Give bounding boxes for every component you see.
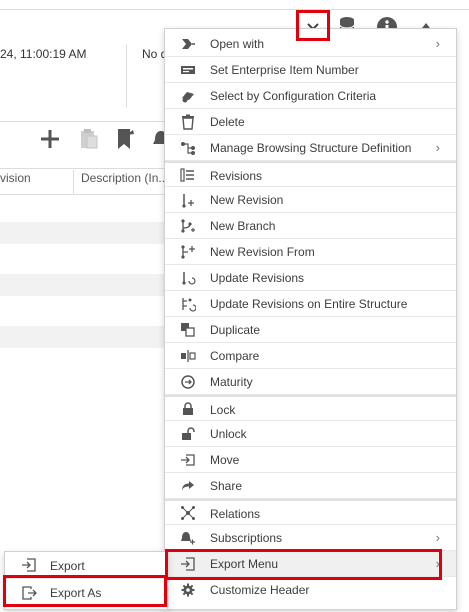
open-with-icon	[180, 36, 196, 52]
unlock-icon	[180, 426, 196, 442]
menu-item-label: Duplicate	[210, 323, 261, 337]
menu-item-label: Move	[210, 453, 240, 467]
menu-item-compare[interactable]: Compare	[165, 343, 456, 369]
menu-item-lock[interactable]: Lock	[165, 395, 456, 421]
move-icon	[180, 452, 196, 468]
column-separator	[73, 170, 74, 194]
menu-item-new-revision[interactable]: New Revision	[165, 187, 456, 213]
card-icon	[180, 62, 196, 78]
menu-item-label: Set Enterprise Item Number	[210, 63, 359, 77]
field-separator	[126, 44, 127, 108]
menu-item-label: Compare	[210, 349, 260, 363]
trash-icon	[180, 114, 196, 130]
menu-item-new-branch[interactable]: New Branch	[165, 213, 456, 239]
maturity-icon	[180, 374, 196, 390]
relations-icon	[180, 505, 196, 521]
menu-item-label: Update Revisions	[210, 271, 305, 285]
menu-item-relations[interactable]: Relations	[165, 499, 456, 525]
export-icon	[21, 557, 37, 573]
menu-item-manage-browsing-structure-definition[interactable]: Manage Browsing Structure Definition ›	[165, 135, 456, 161]
structure-icon	[180, 140, 196, 156]
update-structure-icon	[180, 296, 196, 312]
menu-item-delete[interactable]: Delete	[165, 109, 456, 135]
chevron-right-icon: ›	[435, 140, 440, 155]
column-header-bottom	[0, 194, 165, 195]
update-revisions-icon	[180, 270, 196, 286]
menu-item-new-revision-from[interactable]: New Revision From	[165, 239, 456, 265]
menu-item-duplicate[interactable]: Duplicate	[165, 317, 456, 343]
menu-item-label: New Branch	[210, 219, 276, 233]
duplicate-icon	[180, 322, 196, 338]
toolbar-divider	[0, 121, 165, 122]
bookmark-icon[interactable]	[114, 127, 138, 151]
table-row[interactable]	[0, 274, 165, 296]
menu-item-select-by-configuration-criteria[interactable]: Select by Configuration Criteria	[165, 83, 456, 109]
table-row[interactable]	[0, 222, 165, 244]
menu-item-label: Relations	[210, 507, 261, 521]
column-header-top	[0, 168, 165, 169]
highlight-box-export-menu	[165, 549, 442, 580]
table-row[interactable]	[0, 326, 165, 348]
menu-item-maturity[interactable]: Maturity	[165, 369, 456, 395]
column-header-description[interactable]: Description (In...	[81, 171, 168, 185]
revision-from-icon	[180, 244, 196, 260]
add-icon[interactable]	[38, 127, 62, 151]
menu-item-move[interactable]: Move	[165, 447, 456, 473]
menu-item-label: Unlock	[210, 427, 247, 441]
menu-item-label: Manage Browsing Structure Definition	[210, 141, 412, 155]
revisions-icon	[180, 167, 196, 183]
menu-item-update-revisions-on-entire-structure[interactable]: Update Revisions on Entire Structure	[165, 291, 456, 317]
menu-item-unlock[interactable]: Unlock	[165, 421, 456, 447]
menu-item-set-enterprise-item-number[interactable]: Set Enterprise Item Number	[165, 57, 456, 83]
new-revision-icon	[180, 192, 196, 208]
compare-icon	[180, 348, 196, 364]
submenu-item-label: Export	[50, 559, 85, 573]
paste-icon[interactable]	[77, 127, 101, 151]
menu-item-update-revisions[interactable]: Update Revisions	[165, 265, 456, 291]
lock-icon	[180, 401, 196, 417]
top-divider	[0, 9, 469, 10]
highlight-box-chevron	[296, 10, 330, 41]
menu-item-subscriptions[interactable]: Subscriptions ›	[165, 525, 456, 551]
menu-item-label: Subscriptions	[210, 531, 283, 545]
menu-item-label: New Revision	[210, 193, 284, 207]
menu-item-label: Delete	[210, 115, 245, 129]
menu-item-label: Revisions	[210, 169, 263, 183]
menu-item-customize-header[interactable]: Customize Header	[165, 577, 456, 603]
menu-item-label: Maturity	[210, 375, 253, 389]
chevron-right-icon: ›	[435, 530, 440, 545]
highlight-box-export-as	[3, 575, 167, 607]
menu-item-label: Lock	[210, 403, 236, 417]
menu-item-label: New Revision From	[210, 245, 315, 259]
menu-item-share[interactable]: Share	[165, 473, 456, 499]
context-menu: Open with › Set Enterprise Item Number S…	[164, 28, 457, 610]
modified-date: 24, 11:00:19 AM	[0, 47, 87, 61]
column-header-revision[interactable]: vision	[0, 171, 31, 185]
config-criteria-icon	[180, 88, 196, 104]
subscriptions-icon	[180, 530, 196, 546]
chevron-right-icon: ›	[435, 36, 440, 51]
menu-item-label: Update Revisions on Entire Structure	[210, 297, 408, 311]
menu-item-label: Customize Header	[210, 583, 310, 597]
menu-item-revisions[interactable]: Revisions	[165, 161, 456, 187]
menu-item-label: Open with	[210, 37, 265, 51]
menu-item-label: Share	[210, 479, 243, 493]
branch-icon	[180, 218, 196, 234]
share-icon	[180, 478, 196, 494]
menu-item-label: Select by Configuration Criteria	[210, 89, 377, 103]
gear-icon	[180, 582, 196, 598]
